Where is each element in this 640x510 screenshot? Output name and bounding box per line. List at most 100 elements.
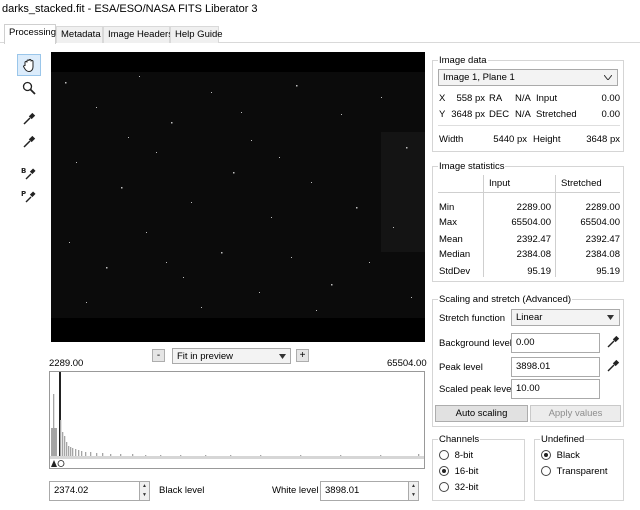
svg-text:P: P: [21, 190, 26, 198]
stats-row-label: StdDev: [439, 266, 471, 277]
histogram-min-label: 2289.00: [49, 358, 84, 369]
channel-option-label: 8-bit: [454, 450, 474, 461]
stretched-label: Stretched: [536, 109, 577, 120]
histogram-bar: [68, 446, 70, 456]
auto-scaling-button[interactable]: Auto scaling: [435, 405, 528, 422]
image-statistics-group: Image statistics Input Stretched Min 228…: [432, 161, 624, 282]
histogram-bar: [102, 453, 104, 456]
black-level-input[interactable]: 2374.02: [49, 481, 140, 501]
divider: [438, 192, 620, 193]
histogram-bar: [110, 454, 112, 456]
y-value: 3648 px: [451, 109, 485, 120]
background-picker-button[interactable]: [605, 334, 621, 350]
peak-level-input[interactable]: 3898.01: [511, 357, 600, 377]
star-field: [51, 52, 425, 342]
black-level-stepper[interactable]: ▲ ▼: [140, 481, 150, 501]
stats-row-input: 2289.00: [516, 202, 551, 213]
hand-tool-button[interactable]: [17, 54, 41, 76]
zoom-tool-button[interactable]: [17, 77, 41, 99]
histogram-bar: [90, 452, 92, 456]
white-level-marker[interactable]: [57, 460, 65, 467]
tab-metadata[interactable]: Metadata: [56, 26, 103, 43]
chevron-down-icon: [607, 315, 614, 320]
plane-select-value: Image 1, Plane 1: [443, 72, 515, 83]
undefined-title: Undefined: [540, 434, 586, 445]
background-eyedropper-icon: [607, 335, 620, 348]
divider: [483, 175, 484, 277]
zoom-tool-icon: [22, 81, 36, 95]
peak-eyedropper-button[interactable]: P: [17, 185, 41, 207]
stats-row-label: Max: [439, 217, 457, 228]
histogram-bar: [380, 455, 382, 456]
black-level-marker[interactable]: [51, 460, 57, 467]
x-label: X: [439, 93, 446, 104]
zoom-select-value: Fit in preview: [177, 351, 233, 362]
background-level-input[interactable]: 0.00: [511, 333, 600, 353]
scaling-group: Scaling and stretch (Advanced) Stretch f…: [432, 294, 624, 427]
zoom-select[interactable]: Fit in preview: [172, 348, 291, 364]
histogram-bar: [75, 449, 77, 456]
background-level-label: Background level: [439, 338, 512, 349]
undefined-option-transparent[interactable]: Transparent: [541, 466, 608, 477]
pick-eyedropper-alt-icon: [23, 135, 36, 148]
tab-image-headers[interactable]: Image Headers: [103, 26, 173, 43]
stretch-function-label: Stretch function: [439, 313, 506, 324]
channel-option-16bit[interactable]: 16-bit: [439, 466, 478, 477]
stats-row-stretched: 65504.00: [580, 217, 620, 228]
image-statistics-title: Image statistics: [438, 161, 506, 172]
radio-button[interactable]: [439, 450, 449, 461]
channel-option-label: 16-bit: [454, 466, 479, 477]
tab-help-guide[interactable]: Help Guide: [170, 26, 223, 43]
stats-row-input: 2384.08: [516, 249, 551, 260]
undefined-option-black[interactable]: Black: [541, 450, 580, 461]
chevron-down-icon: [279, 354, 286, 359]
background-eyedropper-button[interactable]: B: [17, 162, 41, 184]
histogram-bar: [70, 447, 72, 456]
radio-button[interactable]: [439, 482, 449, 493]
stats-row-input: 95.19: [527, 266, 551, 277]
channel-option-32bit[interactable]: 32-bit: [439, 482, 478, 493]
histogram-bar: [300, 455, 302, 456]
input-value: 0.00: [601, 93, 621, 104]
radio-button[interactable]: [541, 466, 551, 477]
histogram-plot: [50, 372, 424, 467]
histogram-bar: [64, 436, 66, 456]
undefined-option-label: Black: [556, 450, 580, 461]
pick-eyedropper-button[interactable]: [17, 108, 41, 130]
stats-col-input: Input: [489, 178, 511, 189]
undefined-group: Undefined Black Transparent: [534, 434, 624, 501]
scaled-peak-input[interactable]: 10.00: [511, 379, 600, 399]
stats-row-stretched: 95.19: [596, 266, 620, 277]
histogram-bar: [260, 455, 262, 456]
histogram-bar: [66, 442, 68, 456]
zoom-out-button[interactable]: -: [152, 349, 165, 362]
stats-row-label: Min: [439, 202, 455, 213]
white-level-input[interactable]: 3898.01: [320, 481, 409, 501]
tab-processing[interactable]: Processing: [4, 24, 56, 44]
divider: [555, 175, 556, 277]
chevron-down-icon: [604, 75, 612, 80]
ra-value: N/A: [515, 93, 531, 104]
radio-button[interactable]: [541, 450, 551, 461]
channels-title: Channels: [438, 434, 481, 445]
background-eyedropper-icon: B: [21, 167, 36, 180]
stats-row-label: Median: [439, 249, 471, 260]
apply-values-button[interactable]: Apply values: [530, 405, 621, 422]
histogram-bar: [132, 454, 134, 456]
channel-option-8bit[interactable]: 8-bit: [439, 450, 473, 461]
radio-button[interactable]: [439, 466, 449, 477]
histogram-max-label: 65504.00: [387, 358, 427, 369]
histogram-bar: [145, 455, 147, 456]
pick-eyedropper-alt-button[interactable]: [17, 131, 41, 153]
ra-label: RA: [489, 93, 503, 104]
histogram[interactable]: [49, 371, 425, 469]
image-preview[interactable]: [51, 52, 425, 342]
peak-picker-button[interactable]: [605, 358, 621, 374]
width-value: 5440 px: [493, 134, 527, 145]
channels-group: Channels 8-bit 16-bit 32-bit: [432, 434, 525, 501]
stretch-function-select[interactable]: Linear: [511, 309, 620, 326]
histogram-bar: [160, 455, 162, 456]
zoom-in-button[interactable]: +: [296, 349, 309, 362]
white-level-stepper[interactable]: ▲ ▼: [409, 481, 419, 501]
plane-select[interactable]: Image 1, Plane 1: [438, 69, 618, 86]
